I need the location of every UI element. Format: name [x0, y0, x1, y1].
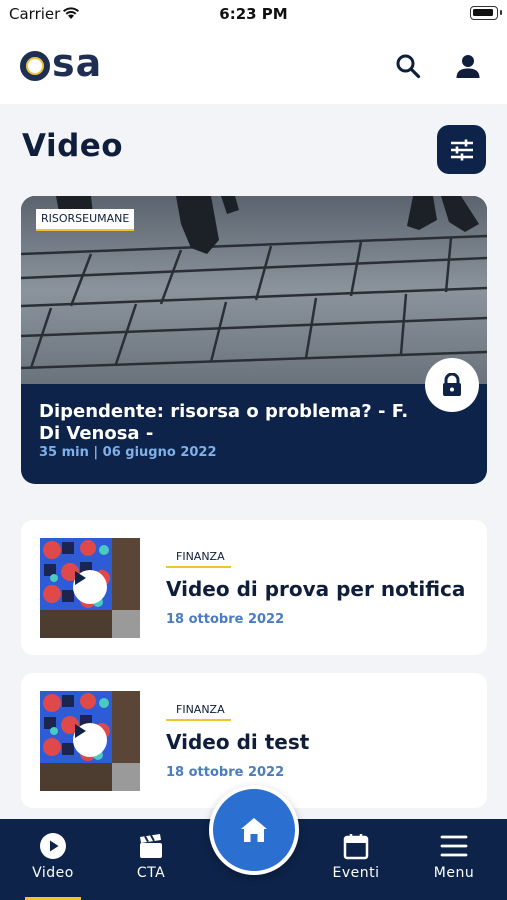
featured-title: Dipendente: risorsa o problema? - F. Di … [39, 401, 409, 444]
tab-menu[interactable]: Menu [404, 819, 504, 900]
home-button[interactable] [209, 785, 299, 875]
play-button[interactable] [73, 570, 107, 604]
app-header: sa [0, 28, 507, 104]
clapperboard-icon [140, 834, 162, 858]
video-date: 18 ottobre 2022 [166, 765, 285, 780]
tab-video[interactable]: Video [3, 819, 103, 900]
battery-icon [470, 6, 502, 20]
tab-label: Eventi [332, 865, 380, 881]
calendar-icon [343, 834, 369, 860]
lock-badge [425, 358, 479, 412]
status-bar: Carrier 6:23 PM [0, 0, 507, 28]
play-circle-icon [40, 833, 66, 859]
category-tag[interactable]: FINANZA [166, 703, 231, 721]
featured-thumbnail: RISORSEUMANE [21, 196, 487, 384]
logo-ring-icon [20, 51, 50, 81]
tab-label: CTA [136, 865, 166, 881]
tab-label: Menu [433, 865, 475, 881]
video-card[interactable]: FINANZA Video di prova per notifica 18 o… [21, 520, 487, 655]
hamburger-menu-icon [440, 835, 468, 857]
tab-cta[interactable]: CTA [101, 819, 201, 900]
tab-eventi[interactable]: Eventi [306, 819, 406, 900]
sliders-icon [450, 139, 473, 160]
featured-video-card[interactable]: RISORSEUMANE Dipendente: risorsa o probl… [21, 196, 487, 484]
user-icon[interactable] [455, 53, 481, 79]
home-icon [241, 818, 267, 842]
video-date: 18 ottobre 2022 [166, 612, 285, 627]
category-tag[interactable]: RISORSEUMANE [36, 209, 135, 231]
tab-label: Video [32, 865, 74, 881]
logo-text: sa [52, 41, 103, 85]
clock: 6:23 PM [219, 5, 288, 23]
play-icon [75, 724, 86, 738]
play-icon [75, 571, 86, 585]
category-tag[interactable]: FINANZA [166, 550, 231, 568]
video-thumbnail [40, 691, 140, 791]
video-thumbnail [40, 538, 140, 638]
lock-icon [443, 373, 461, 396]
search-icon[interactable] [395, 53, 421, 79]
play-button[interactable] [73, 723, 107, 757]
featured-meta: 35 min | 06 giugno 2022 [39, 445, 217, 460]
filter-button[interactable] [437, 125, 486, 174]
video-title: Video di test [166, 730, 310, 754]
page-title: Video [22, 128, 124, 164]
video-title: Video di prova per notifica [166, 577, 466, 601]
